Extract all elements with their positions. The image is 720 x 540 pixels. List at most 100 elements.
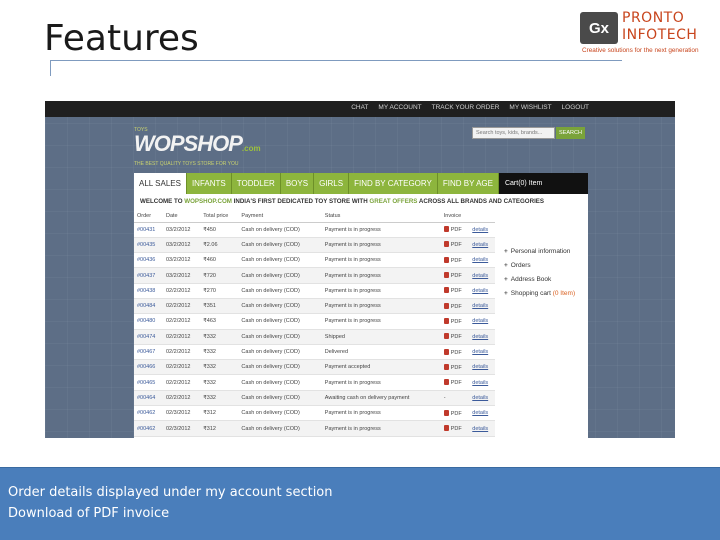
invoice-link[interactable]: PDF [451, 304, 462, 310]
details-link[interactable]: details [469, 313, 495, 330]
invoice-cell[interactable]: PDF [440, 374, 470, 391]
invoice-link[interactable]: PDF [451, 426, 462, 432]
tab-find-by-age[interactable]: FIND BY AGE [438, 173, 499, 194]
details-link[interactable]: details [469, 374, 495, 391]
invoice-cell[interactable]: PDF [440, 267, 470, 284]
order-number[interactable]: #00437 [134, 267, 163, 284]
order-payment: Cash on delivery (COD) [238, 390, 322, 407]
pdf-icon [443, 379, 449, 386]
invoice-link: - [443, 394, 446, 401]
invoice-link[interactable]: PDF [451, 288, 462, 294]
details-link[interactable]: details [469, 390, 495, 407]
tab-find-by-category[interactable]: FIND BY CATEGORY [349, 173, 438, 194]
brand-tagline: THE BEST QUALITY TOYS STORE FOR YOU [134, 161, 239, 167]
welcome-middle: INDIA'S FIRST DEDICATED TOY STORE WITH [231, 198, 370, 205]
order-total: ₹460 [200, 252, 239, 269]
invoice-link[interactable]: PDF [451, 365, 462, 371]
order-date: 02/3/2012 [163, 420, 201, 437]
details-link[interactable]: details [469, 237, 495, 254]
invoice-cell[interactable]: PDF [440, 298, 470, 315]
top-nav-link[interactable]: LOGOUT [562, 104, 589, 111]
site-brand[interactable]: TOYS WOPSHOP.com THE BEST QUALITY TOYS S… [134, 127, 261, 167]
invoice-cell[interactable]: PDF [440, 222, 470, 238]
invoice-link[interactable]: PDF [451, 380, 462, 386]
table-row: #00431 03/2/2012 ₹450 Cash on delivery (COD… [134, 222, 495, 238]
account-menu-label: Address Book [510, 276, 552, 283]
tab-boys[interactable]: BOYS [281, 173, 315, 194]
search-button[interactable]: SEARCH [556, 127, 585, 139]
invoice-link[interactable]: PDF [451, 334, 462, 340]
table-row: #00480 02/2/2012 ₹463 Cash on delivery (COD… [134, 313, 495, 330]
invoice-link[interactable]: PDF [451, 227, 462, 233]
details-link[interactable]: details [469, 344, 495, 361]
order-number[interactable]: #00466 [134, 359, 163, 376]
invoice-cell[interactable]: PDF [440, 283, 470, 299]
order-number[interactable]: #00462 [134, 405, 163, 422]
pdf-icon [443, 348, 449, 355]
search-input[interactable]: Search toys, kids, brands... [472, 127, 555, 139]
tab-all-sales[interactable]: ALL SALES [134, 173, 187, 194]
invoice-link[interactable]: PDF [451, 258, 462, 264]
top-nav-link[interactable]: MY ACCOUNT [378, 104, 421, 111]
invoice-cell[interactable]: PDF [440, 405, 470, 422]
table-row: #00438 02/2/2012 ₹270 Cash on delivery (COD… [134, 283, 495, 299]
invoice-cell[interactable]: PDF [440, 313, 470, 330]
order-total: ₹312 [200, 405, 239, 422]
order-date: 02/2/2012 [163, 359, 201, 376]
order-number[interactable]: #00467 [134, 344, 163, 361]
invoice-link[interactable]: PDF [451, 411, 462, 417]
table-row: #00437 03/2/2012 ₹720 Cash on delivery (COD… [134, 267, 495, 284]
tab-girls[interactable]: GIRLS [314, 173, 350, 194]
invoice-cell[interactable]: PDF [440, 237, 470, 254]
order-number[interactable]: #00465 [134, 374, 163, 391]
order-number[interactable]: #00431 [134, 222, 163, 238]
order-number[interactable]: #00484 [134, 298, 163, 315]
details-link[interactable]: details [469, 359, 495, 376]
top-nav-link[interactable]: TRACK YOUR ORDER [432, 104, 500, 111]
account-menu-item[interactable]: + Shopping cart (0 Item) [504, 287, 575, 301]
details-link[interactable]: details [469, 222, 495, 238]
order-number[interactable]: #00480 [134, 313, 163, 330]
details-link[interactable]: details [469, 298, 495, 315]
invoice-cell[interactable]: PDF [440, 359, 470, 376]
details-link[interactable]: details [469, 283, 495, 299]
top-nav-link[interactable]: CHAT [351, 104, 368, 111]
order-payment: Cash on delivery (COD) [238, 283, 322, 299]
tab-toddler[interactable]: TODDLER [232, 173, 281, 194]
invoice-cell[interactable]: PDF [440, 329, 470, 345]
account-menu-item[interactable]: + Orders [504, 259, 575, 273]
details-link[interactable]: details [469, 420, 495, 437]
top-nav-link[interactable]: MY WISHLIST [509, 104, 551, 111]
account-menu-label: Shopping cart [510, 290, 553, 297]
order-total: ₹2.06 [200, 237, 239, 254]
account-menu-item[interactable]: + Personal information [504, 245, 575, 259]
order-number[interactable]: #00435 [134, 237, 163, 254]
invoice-link[interactable]: PDF [451, 273, 462, 279]
order-number[interactable]: #00438 [134, 283, 163, 299]
tab-infants[interactable]: INFANTS [187, 173, 232, 194]
details-link[interactable]: details [469, 267, 495, 284]
details-link[interactable]: details [469, 405, 495, 422]
invoice-link[interactable]: PDF [451, 319, 462, 325]
welcome-banner: WELCOME TO WOPSHOP.COM INDIA'S FIRST DED… [140, 198, 544, 205]
order-status: Payment is in progress [321, 420, 441, 437]
order-number[interactable]: #00464 [134, 390, 163, 407]
invoice-link[interactable]: PDF [451, 242, 462, 248]
invoice-cell[interactable]: PDF [440, 344, 470, 361]
invoice-cell[interactable]: PDF [440, 252, 470, 269]
order-status: Payment is in progress [321, 374, 441, 391]
order-number[interactable]: #00436 [134, 252, 163, 269]
order-number[interactable]: #00474 [134, 329, 163, 345]
order-total: ₹720 [200, 267, 239, 284]
order-status: Payment is in progress [321, 237, 441, 254]
plus-icon: + [504, 290, 508, 297]
order-number[interactable]: #00462 [134, 420, 163, 437]
invoice-cell[interactable]: PDF [440, 420, 470, 437]
pdf-icon [443, 241, 449, 248]
details-link[interactable]: details [469, 329, 495, 345]
details-link[interactable]: details [469, 252, 495, 269]
invoice-link[interactable]: PDF [451, 350, 462, 356]
order-total: ₹332 [200, 390, 239, 407]
account-menu-item[interactable]: + Address Book [504, 273, 575, 287]
cart-button[interactable]: Cart(0) Item [498, 173, 588, 194]
